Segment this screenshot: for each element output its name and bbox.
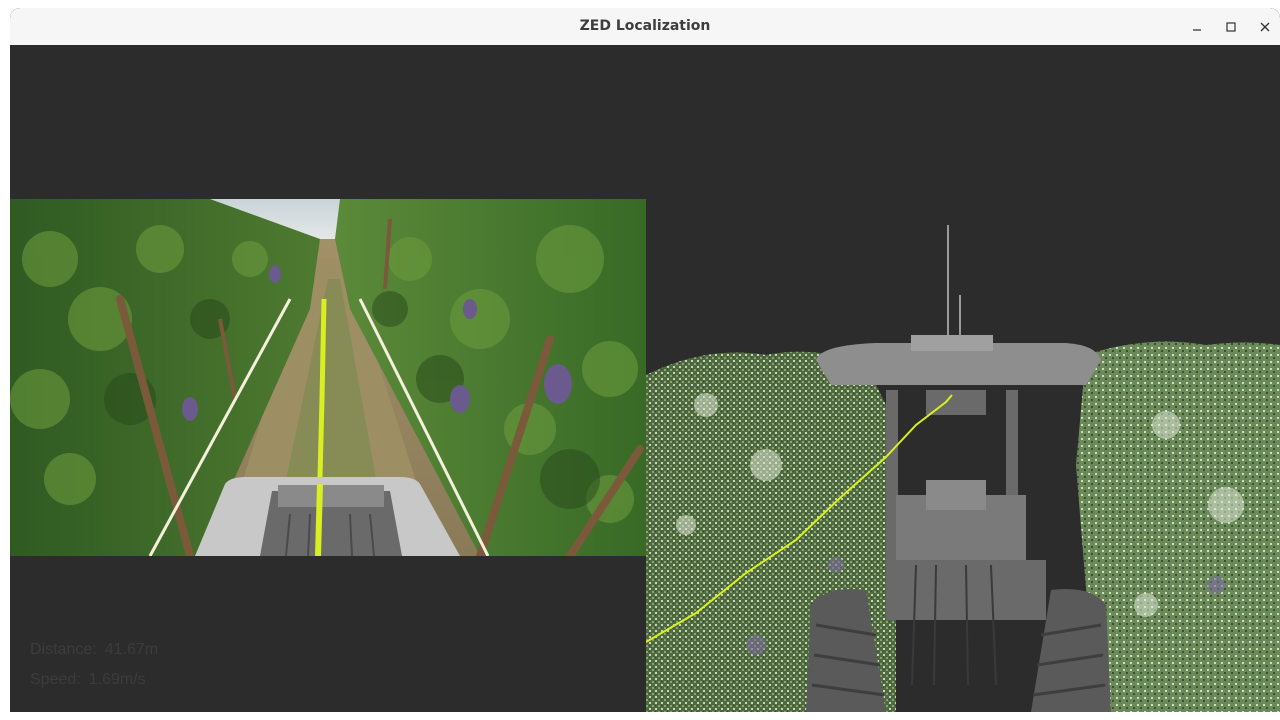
distance-value: 41.67m	[104, 641, 159, 658]
maximize-icon	[1226, 22, 1236, 32]
distance-label: Distance:	[30, 641, 97, 658]
window-title: ZED Localization	[579, 18, 711, 34]
close-icon	[1260, 22, 1270, 32]
main-viewport: Distance: 41.67m Speed: 1.69m/s	[10, 45, 1280, 712]
vineyard-camera-image	[10, 199, 646, 556]
odometry-stats: Distance: 41.67m Speed: 1.69m/s	[30, 635, 158, 695]
close-button[interactable]	[1254, 16, 1276, 38]
minimize-button[interactable]	[1186, 16, 1208, 38]
minimize-icon	[1193, 29, 1201, 31]
maximize-button[interactable]	[1220, 16, 1242, 38]
title-bar[interactable]: ZED Localization	[10, 8, 1280, 46]
app-window: ZED Localization Distance: 41.67m Speed:…	[10, 8, 1280, 712]
speed-stat: Speed: 1.69m/s	[30, 665, 158, 695]
camera-feed	[10, 199, 646, 556]
speed-label: Speed:	[30, 671, 81, 688]
point-cloud-view[interactable]	[646, 45, 1280, 712]
distance-stat: Distance: 41.67m	[30, 635, 158, 665]
point-cloud-render	[646, 225, 1280, 712]
speed-value: 1.69m/s	[88, 671, 146, 688]
